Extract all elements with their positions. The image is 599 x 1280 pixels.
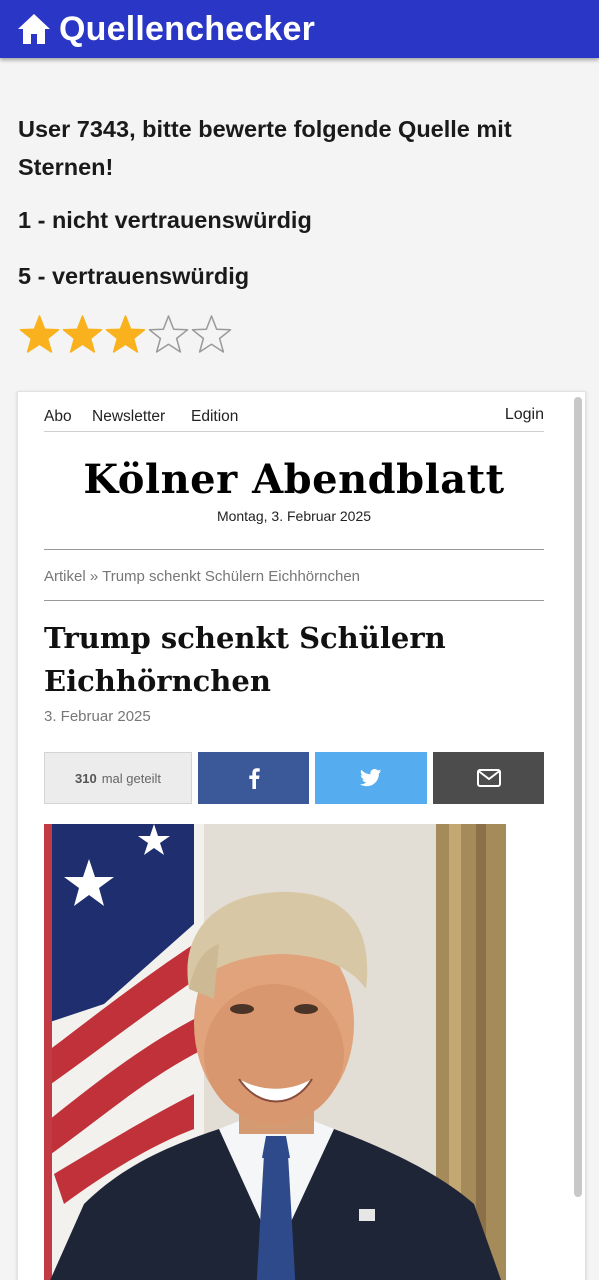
- rating-prompt: User 7343, bitte bewerte folgende Quelle…: [18, 116, 512, 180]
- star-2-icon[interactable]: [61, 313, 104, 356]
- article-date: 3. Februar 2025: [44, 708, 151, 725]
- share-count: 310 mal geteilt: [44, 752, 192, 804]
- masthead-date: Montag, 3. Februar 2025: [216, 508, 372, 524]
- star-5-icon[interactable]: [190, 313, 233, 356]
- breadcrumb-separator: »: [89, 568, 99, 585]
- article-headline: Trump schenkt Schülern Eichhörnchen: [44, 621, 446, 698]
- nav-login-link[interactable]: Login: [505, 406, 544, 424]
- share-twitter-button[interactable]: [315, 752, 427, 804]
- share-facebook-button[interactable]: [198, 752, 309, 804]
- site-top-nav: Abo Newsletter Edition Login: [44, 406, 544, 432]
- nav-edition-link[interactable]: Edition: [191, 408, 238, 426]
- email-icon: [476, 769, 501, 787]
- divider: [44, 549, 544, 550]
- source-preview-frame[interactable]: Abo Newsletter Edition Login Kölner Aben…: [17, 391, 586, 1280]
- share-bar: 310 mal geteilt: [44, 752, 544, 804]
- breadcrumb-current: Trump schenkt Schülern Eichhörnchen: [102, 568, 361, 585]
- share-email-button[interactable]: [433, 752, 544, 804]
- scrollbar[interactable]: [574, 397, 582, 1197]
- home-icon[interactable]: [17, 13, 51, 45]
- scale-high-label: 5 - vertrauenswürdig: [18, 263, 250, 289]
- app-bar: Quellenchecker: [0, 0, 599, 58]
- app-title: Quellenchecker: [59, 9, 316, 48]
- newspaper-masthead: Kölner Abendblatt: [83, 456, 505, 503]
- star-4-icon[interactable]: [147, 313, 190, 356]
- star-rating: [18, 313, 233, 356]
- portrait-photo: [44, 824, 506, 1280]
- share-count-label: mal geteilt: [101, 770, 161, 786]
- star-3-icon[interactable]: [104, 313, 147, 356]
- nav-newsletter-link[interactable]: Newsletter: [92, 408, 165, 426]
- share-count-value: 310: [75, 770, 97, 786]
- breadcrumb-root-link[interactable]: Artikel: [44, 568, 86, 585]
- nav-abo-link[interactable]: Abo: [44, 408, 72, 426]
- twitter-icon: [360, 769, 382, 787]
- breadcrumb: Artikel » Trump schenkt Schülern Eichhör…: [44, 568, 360, 585]
- scale-low-label: 1 - nicht vertrauenswürdig: [18, 207, 312, 233]
- star-1-icon[interactable]: [18, 313, 61, 356]
- facebook-icon: [248, 768, 260, 789]
- divider: [44, 600, 544, 601]
